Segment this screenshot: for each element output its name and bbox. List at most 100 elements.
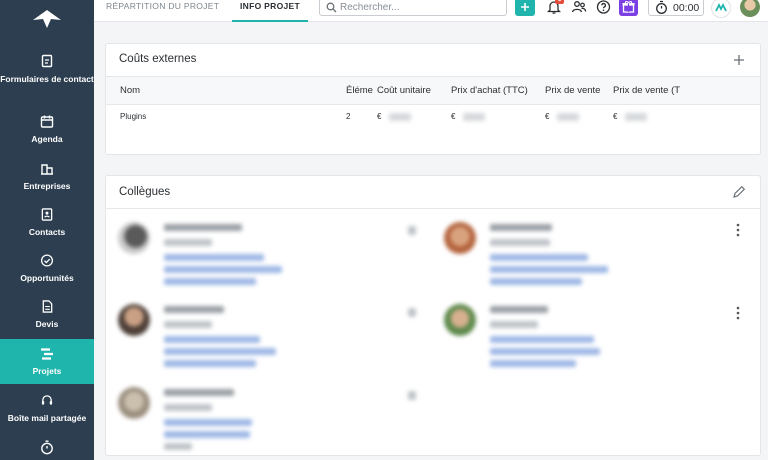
colleague-phone-redacted — [164, 266, 282, 273]
m-logo-icon — [715, 2, 727, 12]
search-icon — [326, 2, 337, 13]
document-icon — [42, 300, 52, 313]
colleague-email-redacted — [164, 254, 264, 261]
plus-icon — [521, 3, 529, 11]
currency-symbol: € — [545, 112, 550, 122]
colleague-avatar — [118, 387, 150, 419]
colleague-item[interactable] — [118, 220, 418, 294]
column-header[interactable]: Coût unitaire — [377, 76, 451, 105]
sidebar-item-formulaires[interactable]: Formulaires de contact — [0, 54, 94, 100]
colleague-role-redacted — [164, 321, 212, 328]
help-icon[interactable] — [596, 0, 611, 15]
sidebar-item-contacts[interactable]: Contacts — [0, 208, 94, 238]
column-header[interactable]: Prix de vente (T — [613, 76, 760, 105]
colleague-badge-redacted — [408, 226, 416, 235]
colleague-name-redacted — [490, 224, 552, 231]
colleague-phone-redacted — [164, 348, 276, 355]
user-avatar[interactable] — [740, 0, 760, 17]
app-logo-icon[interactable] — [31, 8, 63, 30]
colleague-item[interactable] — [118, 385, 418, 459]
colleague-item[interactable] — [118, 302, 418, 376]
sidebar-item-boite-mail[interactable]: Boîte mail partagée — [0, 394, 94, 424]
colleague-avatar — [444, 222, 476, 254]
timer-button[interactable]: 00:00 — [648, 0, 704, 16]
colleague-name-redacted — [490, 306, 548, 313]
currency-symbol: € — [377, 112, 382, 122]
clipboard-icon — [41, 54, 53, 68]
divider — [106, 208, 760, 209]
colleague-role-redacted — [164, 239, 212, 246]
gift-button[interactable] — [619, 0, 638, 16]
tab-repartition[interactable]: RÉPARTITION DU PROJET — [106, 0, 219, 22]
sidebar-item-entreprises[interactable]: Entreprises — [0, 162, 94, 192]
add-button[interactable] — [515, 0, 535, 16]
column-header[interactable]: Nom — [106, 76, 346, 105]
sidebar-item-label: Opportunités — [20, 273, 74, 283]
cost-unit-cell: € — [377, 105, 451, 129]
colleague-mobile-redacted — [490, 360, 576, 367]
sidebar-item-temps[interactable] — [0, 440, 94, 460]
cost-purchase-cell: € — [451, 105, 545, 129]
redacted-value — [557, 113, 580, 122]
colleague-badge-redacted — [408, 308, 416, 317]
tab-info-projet[interactable]: INFO PROJET — [232, 0, 308, 22]
colleague-email-redacted — [490, 336, 594, 343]
external-costs-table: Nom Éléme Coût unitaire Prix d'achat (TT… — [106, 76, 760, 129]
colleagues-card: Collègues — [105, 175, 761, 456]
colleague-item[interactable] — [444, 220, 744, 294]
colleague-mobile-redacted — [490, 278, 582, 285]
sidebar-item-label: Devis — [35, 319, 59, 329]
stopwatch-icon — [656, 0, 667, 14]
colleague-mobile-redacted — [164, 443, 192, 450]
colleague-role-redacted — [490, 321, 538, 328]
column-header[interactable]: Éléme — [346, 76, 377, 105]
colleague-name-redacted — [164, 389, 234, 396]
colleague-name-redacted — [164, 224, 242, 231]
table-header-row: Nom Éléme Coût unitaire Prix d'achat (TT… — [106, 76, 760, 105]
sidebar-item-opportunites[interactable]: Opportunités — [0, 254, 94, 284]
timer-value: 00:00 — [673, 2, 700, 14]
colleague-mobile-redacted — [164, 360, 256, 367]
colleague-email-redacted — [164, 336, 260, 343]
redacted-value — [389, 113, 412, 122]
colleague-phone-redacted — [490, 266, 608, 273]
add-cost-icon[interactable] — [733, 54, 745, 66]
column-header[interactable]: Prix d'achat (TTC) — [451, 76, 545, 105]
topbar: RÉPARTITION DU PROJET INFO PROJET 1 00:0… — [94, 0, 768, 22]
cost-sale-ttc-cell: € — [613, 105, 760, 129]
more-options-icon[interactable] — [735, 223, 741, 237]
table-row[interactable]: Plugins 2 € € € € — [106, 105, 760, 129]
more-options-icon[interactable] — [735, 306, 741, 320]
sidebar-item-devis[interactable]: Devis — [0, 300, 94, 330]
colleague-email-redacted — [490, 254, 588, 261]
users-icon[interactable] — [571, 0, 587, 15]
headset-icon — [41, 395, 53, 405]
cost-name: Plugins — [120, 112, 147, 122]
colleague-item[interactable] — [444, 302, 744, 376]
calendar-icon — [40, 115, 54, 128]
edit-pencil-icon[interactable] — [732, 185, 746, 199]
redacted-value — [463, 113, 486, 122]
sidebar-item-label: Contacts — [28, 227, 66, 237]
column-header[interactable]: Prix de vente — [545, 76, 613, 105]
sidebar-item-agenda[interactable]: Agenda — [0, 115, 94, 145]
search-input[interactable] — [340, 1, 500, 13]
external-costs-card: Coûts externes Nom Éléme Coût unitaire P… — [105, 43, 761, 155]
currency-symbol: € — [613, 112, 618, 122]
colleague-avatar — [118, 304, 150, 336]
sidebar-item-label: Entreprises — [23, 181, 71, 191]
sidebar-item-projets[interactable]: Projets — [0, 339, 94, 384]
colleague-mobile-redacted — [164, 278, 256, 285]
sidebar-item-label: Agenda — [31, 134, 63, 144]
colleague-avatar — [118, 222, 150, 254]
integration-logo-icon[interactable] — [711, 0, 731, 18]
check-circle-icon — [40, 254, 54, 267]
stopwatch-icon — [41, 440, 53, 455]
sidebar-item-label: Projets — [32, 366, 62, 376]
colleague-role-redacted — [490, 239, 550, 246]
colleague-email-redacted — [164, 419, 252, 426]
cost-elements: 2 — [346, 112, 351, 122]
redacted-value — [625, 113, 648, 122]
currency-symbol: € — [451, 112, 456, 122]
buildings-icon — [41, 164, 53, 175]
